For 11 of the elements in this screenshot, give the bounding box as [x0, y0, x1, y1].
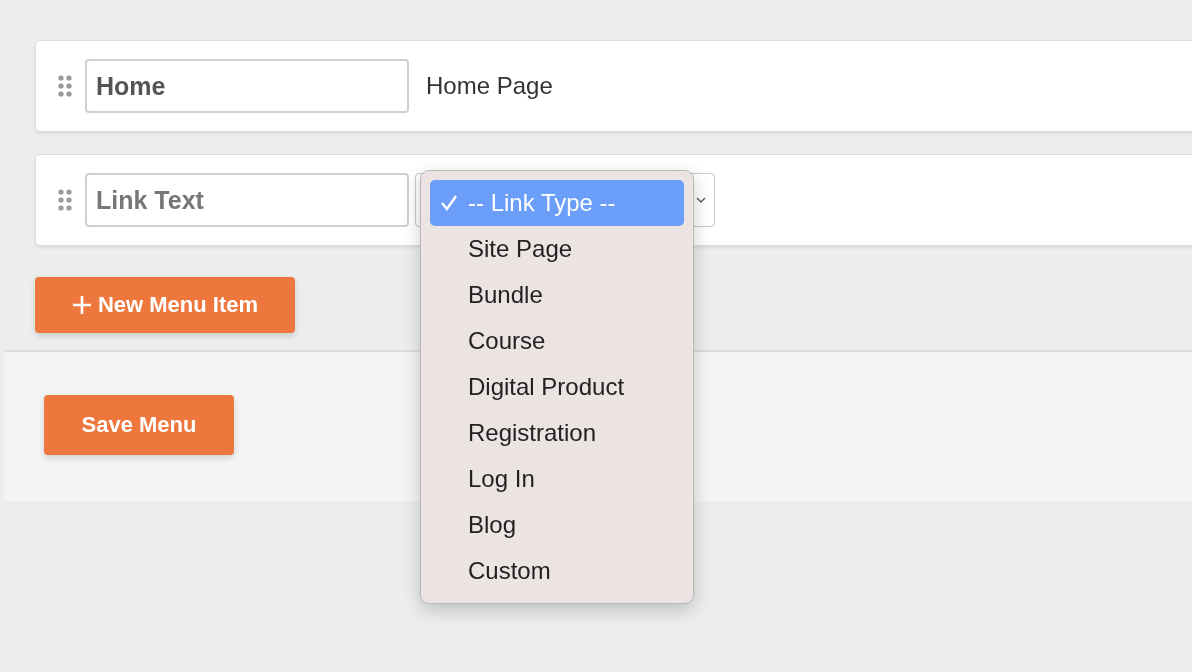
- dropdown-option[interactable]: Site Page: [430, 226, 684, 272]
- dropdown-option[interactable]: Digital Product: [430, 364, 684, 410]
- link-text-field[interactable]: Home: [85, 59, 409, 113]
- dropdown-option[interactable]: Registration: [430, 410, 684, 456]
- dropdown-option[interactable]: Blog: [430, 502, 684, 548]
- link-label: Home Page: [426, 72, 553, 100]
- dropdown-option[interactable]: Log In: [430, 456, 684, 502]
- dropdown-option[interactable]: Bundle: [430, 272, 684, 318]
- dropdown-option[interactable]: Course: [430, 318, 684, 364]
- dropdown-option[interactable]: Custom: [430, 548, 684, 594]
- link-text-field[interactable]: Link Text: [85, 173, 409, 227]
